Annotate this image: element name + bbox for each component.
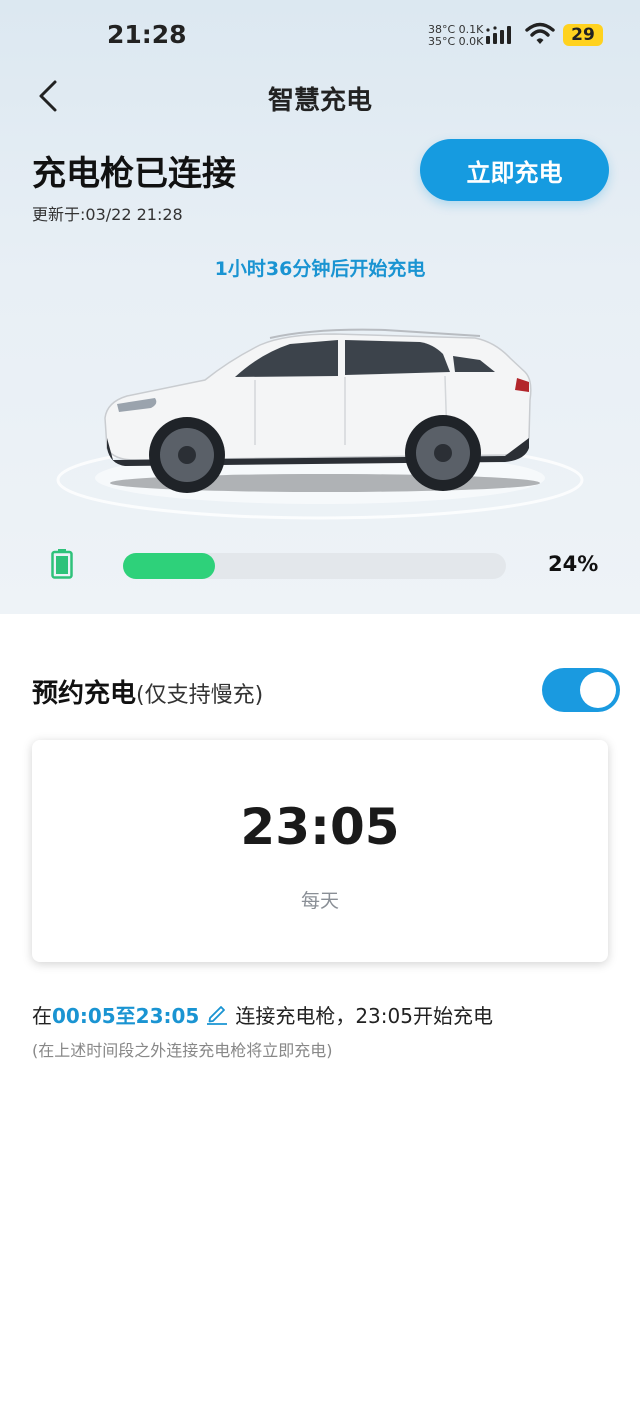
network-speed: 38°C 0.1K 35°C 0.0K: [428, 23, 484, 48]
signal-icon: [486, 26, 511, 44]
charging-window-line: 在00:05至23:05 连接充电枪，23:05开始充电: [32, 1000, 493, 1029]
schedule-time: 23:05: [240, 798, 400, 856]
toggle-knob: [580, 672, 616, 708]
schedule-note: (仅支持慢充): [136, 683, 264, 708]
schedule-toggle[interactable]: [542, 668, 620, 712]
schedule-time-card[interactable]: 23:05 每天: [32, 740, 608, 962]
charge-now-button[interactable]: 立即充电: [420, 139, 609, 201]
charging-window-range[interactable]: 00:05至23:05: [52, 1004, 199, 1028]
battery-percent: 24%: [548, 552, 599, 576]
battery-progress-bar: [123, 553, 506, 579]
page-title: 智慧充电: [267, 86, 372, 116]
wifi-icon: [525, 22, 555, 44]
battery-icon: [51, 549, 73, 579]
schedule-title: 预约充电(仅支持慢充): [32, 673, 263, 710]
updated-time: 更新于:03/22 21:28: [32, 205, 183, 224]
charging-countdown: 1小时36分钟后开始充电: [214, 258, 426, 280]
window-suffix: 连接充电枪，23:05开始充电: [235, 1004, 493, 1028]
hero-section: 21:28 38°C 0.1K 35°C 0.0K 29 智慧充电 充电枪已连接…: [0, 0, 640, 614]
schedule-hint: (在上述时间段之外连接充电枪将立即充电): [32, 1041, 333, 1060]
charging-status-title: 充电枪已连接: [32, 154, 236, 194]
battery-progress-fill: [123, 553, 215, 579]
status-time: 21:28: [107, 20, 187, 49]
window-prefix: 在: [32, 1004, 52, 1028]
edit-pencil-icon[interactable]: [205, 1001, 229, 1025]
schedule-title-text: 预约充电: [32, 679, 137, 709]
battery-level-badge: 29: [563, 24, 603, 46]
car-image: [56, 328, 584, 520]
schedule-repeat: 每天: [300, 890, 339, 912]
